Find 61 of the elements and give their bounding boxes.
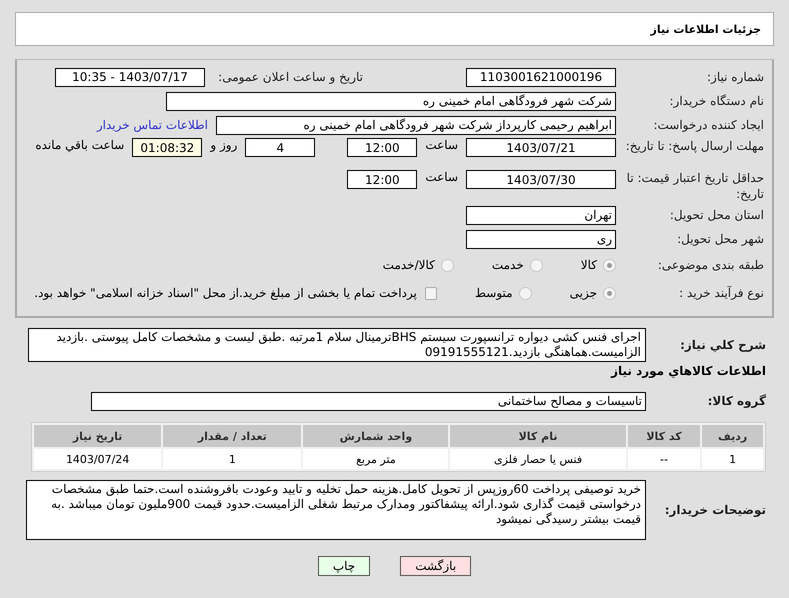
back-button[interactable]: بازگشت: [400, 556, 472, 576]
column-header: کد کالا: [628, 425, 700, 447]
radio-label: کالا/خدمت: [382, 258, 435, 272]
time-label: ساعت: [425, 138, 458, 152]
time-label: ساعت: [425, 170, 458, 184]
requester-field[interactable]: ابراهیم رحیمی کارپرداز شرکت شهر فرودگاهی امام خمینی ره: [216, 116, 616, 134]
column-header: واحد شمارش: [303, 425, 448, 447]
remaining-time-field: 01:08:32: [132, 138, 202, 157]
field-label: حداقل تاریخ اعتبار قیمت: تا تاریخ:: [626, 170, 764, 202]
table-cell: 1: [163, 449, 302, 469]
description-field[interactable]: اجرای فنس کشی دیواره ترانسپورت سیستم BHSترمینال سلام 1مرتبه .طبق لیست و مشخصات کامل پیوستی .بازدید الزامیست.هماهنگی بازدید.09191555121: [28, 328, 646, 362]
validity-date-field[interactable]: 1403/07/30: [466, 170, 616, 189]
field-label: گروه کالا:: [706, 393, 766, 409]
field-label: توضیحات خریدار:: [664, 502, 766, 518]
field-label: تاریخ و ساعت اعلان عمومی:: [217, 69, 363, 85]
radio-button[interactable]: [518, 286, 532, 300]
page-title: جزئیات اطلاعات نیاز: [650, 22, 761, 36]
radio-button[interactable]: [603, 258, 616, 272]
need-number-field[interactable]: 1103001621000196: [466, 68, 616, 86]
column-header: تعداد / مقدار: [163, 425, 302, 447]
radio-label: خدمت: [492, 258, 524, 272]
buyer-notes-field[interactable]: خرید توصیفی پرداخت 60روزپس از تحویل کامل.هزینه حمل تخلیه و تایید وعودت بافروشنده است.حتما طبق مشخصات درخواستی قیمت گذاری شود.ارائه پیشفاکتور ومدارک مرتبط شغلی الزامیست.حدود قیمت 900ملیون تومان میباشد .به قیمت بیشتر رسیدگی نمیشود: [26, 480, 646, 540]
field-label: مهلت ارسال پاسخ: تا تاریخ:: [624, 138, 764, 154]
validity-time-field[interactable]: 12:00: [347, 170, 418, 189]
province-field[interactable]: تهران: [466, 206, 616, 224]
field-label: ایجاد کننده درخواست:: [652, 117, 764, 133]
remaining-label: ساعت باقي مانده: [35, 138, 124, 152]
field-label: نوع فرآیند خرید :: [678, 285, 764, 301]
field-label: طبقه بندی موضوعی:: [656, 257, 764, 273]
table-cell: 1: [702, 449, 763, 469]
field-label: شماره نیاز:: [706, 69, 764, 85]
radio-button[interactable]: [603, 286, 616, 300]
column-header: تاریخ نیاز: [34, 425, 162, 447]
checkbox[interactable]: [424, 286, 437, 300]
field-label: نام دستگاه خریدار:: [668, 93, 764, 109]
table-cell: متر مربع: [303, 449, 448, 469]
goods-group-field[interactable]: تاسیسات و مصالح ساختمانی: [91, 392, 646, 410]
city-field[interactable]: ری: [466, 230, 616, 248]
radio-label: کالا: [580, 258, 597, 272]
table-cell: --: [628, 449, 700, 469]
print-button[interactable]: چاپ: [318, 556, 370, 576]
section-heading: اطلاعات كالاهاي مورد نياز: [610, 364, 766, 378]
checkbox-label: پرداخت تمام یا بخشی از مبلغ خرید.از محل "اسناد خزانه اسلامی" خواهد بود.: [34, 286, 417, 300]
table-cell: فنس یا حصار فلزی: [450, 449, 626, 469]
radio-button[interactable]: [440, 258, 454, 272]
column-header: نام کالا: [450, 425, 626, 447]
deadline-date-field[interactable]: 1403/07/21: [466, 138, 616, 157]
column-header: ردیف: [702, 425, 763, 447]
days-label: روز و: [210, 138, 238, 152]
table-cell: 1403/07/24: [34, 449, 162, 469]
field-label: استان محل تحویل:: [668, 207, 764, 223]
radio-label: جزیی: [570, 286, 597, 300]
radio-label: متوسط: [474, 286, 513, 300]
deadline-time-field[interactable]: 12:00: [347, 138, 418, 157]
days-field[interactable]: 4: [245, 138, 316, 157]
field-label: شهر محل تحویل:: [676, 231, 764, 247]
buyer-org-field[interactable]: شرکت شهر فرودگاهی امام خمینی ره: [166, 92, 616, 110]
buyer-contact-link[interactable]: اطلاعات تماس خریدار: [96, 118, 208, 132]
radio-button[interactable]: [530, 258, 543, 272]
field-label: شرح کلي نياز:: [679, 337, 766, 353]
announce-date-field[interactable]: 1403/07/17 - 10:35: [55, 68, 205, 86]
